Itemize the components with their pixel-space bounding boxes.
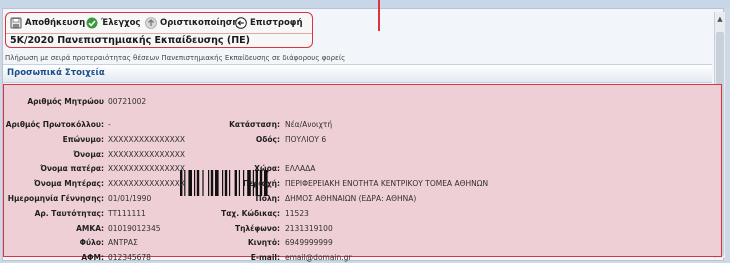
field-label: Οδός: bbox=[255, 134, 280, 144]
personal-details-panel: Αριθμός Μητρώου 00721002 Αριθμός Πρωτοκό… bbox=[3, 84, 722, 262]
field-label: E-mail: bbox=[250, 253, 280, 263]
return-label: Επιστροφή bbox=[250, 18, 303, 28]
save-button[interactable]: Αποθήκευση bbox=[10, 16, 85, 30]
field-label: Αρ. Ταυτότητας: bbox=[34, 208, 104, 218]
field-label: Ταχ. Κώδικας: bbox=[221, 208, 280, 218]
field-value: XXXXXXXXXXXXXXX bbox=[108, 179, 186, 189]
finalize-label: Οριστικοποίηση bbox=[160, 18, 239, 28]
upload-icon bbox=[145, 17, 157, 29]
check-label: Έλεγχος bbox=[101, 18, 141, 28]
field-value: email@domain.gr bbox=[285, 253, 352, 263]
field-value: 11523 bbox=[285, 208, 309, 218]
check-button[interactable]: Έλεγχος bbox=[86, 16, 140, 30]
field-label: Όνομα Μητέρας: bbox=[34, 179, 104, 189]
registry-value: 00721002 bbox=[108, 97, 147, 106]
save-icon bbox=[10, 17, 22, 29]
field-label: Περιοχή: bbox=[242, 179, 280, 189]
field-label: Πόλη: bbox=[255, 194, 280, 203]
field-label: Τηλέφωνο: bbox=[234, 223, 280, 233]
field-label: Επώνυμο: bbox=[62, 134, 104, 144]
section-title: Προσωπικά Στοιχεία bbox=[7, 68, 105, 78]
field-label: Χώρα: bbox=[254, 164, 280, 174]
field-value: Νέα/Ανοιχτή bbox=[285, 120, 333, 129]
field-label: Ημερομηνία Γέννησης: bbox=[7, 194, 104, 203]
save-label: Αποθήκευση bbox=[25, 18, 86, 28]
field-value: 01/01/1990 bbox=[108, 194, 152, 203]
toolbar: Αποθήκευση Έλεγχος Οριστικοποίηση Επιστρ… bbox=[5, 12, 313, 48]
field-label: Όνομα πατέρα: bbox=[40, 164, 104, 174]
field-value: XXXXXXXXXXXXXXX bbox=[108, 149, 186, 159]
field-value: ΑΝΤΡΑΣ bbox=[108, 238, 138, 248]
field-value: ΕΛΛΑΔΑ bbox=[285, 164, 316, 174]
field-value: ΠΕΡΙΦΕΡΕΙΑΚΗ ΕΝΟΤΗΤΑ ΚΕΝΤΡΙΚΟΥ ΤΟΜΕΑ ΑΘΗ… bbox=[285, 179, 489, 189]
field-value: 01019012345 bbox=[108, 223, 161, 233]
hint-text: Πλήρωση με σειρά προτεραιότητας θέσεων Π… bbox=[5, 54, 346, 62]
field-label: Όνομα: bbox=[73, 149, 104, 159]
finalize-button[interactable]: Οριστικοποίηση bbox=[145, 16, 238, 30]
back-arrow-icon bbox=[235, 17, 247, 29]
field-label: Φύλο: bbox=[79, 238, 104, 248]
field-value: - bbox=[108, 120, 111, 129]
field-value: ΠΟΥΛΙΟΥ 6 bbox=[285, 134, 327, 144]
field-label: Αριθμός Πρωτοκόλλου: bbox=[5, 120, 104, 129]
return-button[interactable]: Επιστροφή bbox=[235, 16, 303, 30]
field-value: 2131319100 bbox=[285, 223, 333, 233]
page-title: 5K/2020 Πανεπιστημιακής Εκπαίδευσης (ΠΕ) bbox=[10, 35, 250, 46]
top-strip bbox=[0, 0, 730, 8]
field-label: ΑΜΚΑ: bbox=[76, 223, 104, 233]
registry-label: Αριθμός Μητρώου bbox=[27, 97, 104, 106]
scroll-up-icon[interactable]: ▲ bbox=[716, 14, 724, 24]
field-value: ΔΗΜΟΣ ΑΘΗΝΑΙΩΝ (ΕΔΡΑ: ΑΘΗΝΑ) bbox=[285, 194, 417, 203]
field-value: 6949999999 bbox=[285, 238, 333, 248]
field-value: XXXXXXXXXXXXXXX bbox=[108, 134, 186, 144]
section-header: Προσωπικά Στοιχεία bbox=[3, 64, 712, 83]
field-value: ΤΤ111111 bbox=[108, 208, 146, 218]
field-label: ΑΦΜ: bbox=[81, 253, 104, 263]
check-icon bbox=[86, 17, 98, 29]
toolbar-divider bbox=[6, 33, 312, 34]
field-value: 012345678 bbox=[108, 253, 151, 263]
field-label: Κατάσταση: bbox=[229, 120, 280, 129]
annotation-pointer bbox=[378, 0, 380, 31]
field-value: XXXXXXXXXXXXXXX bbox=[108, 164, 186, 174]
field-label: Κινητό: bbox=[247, 238, 280, 248]
